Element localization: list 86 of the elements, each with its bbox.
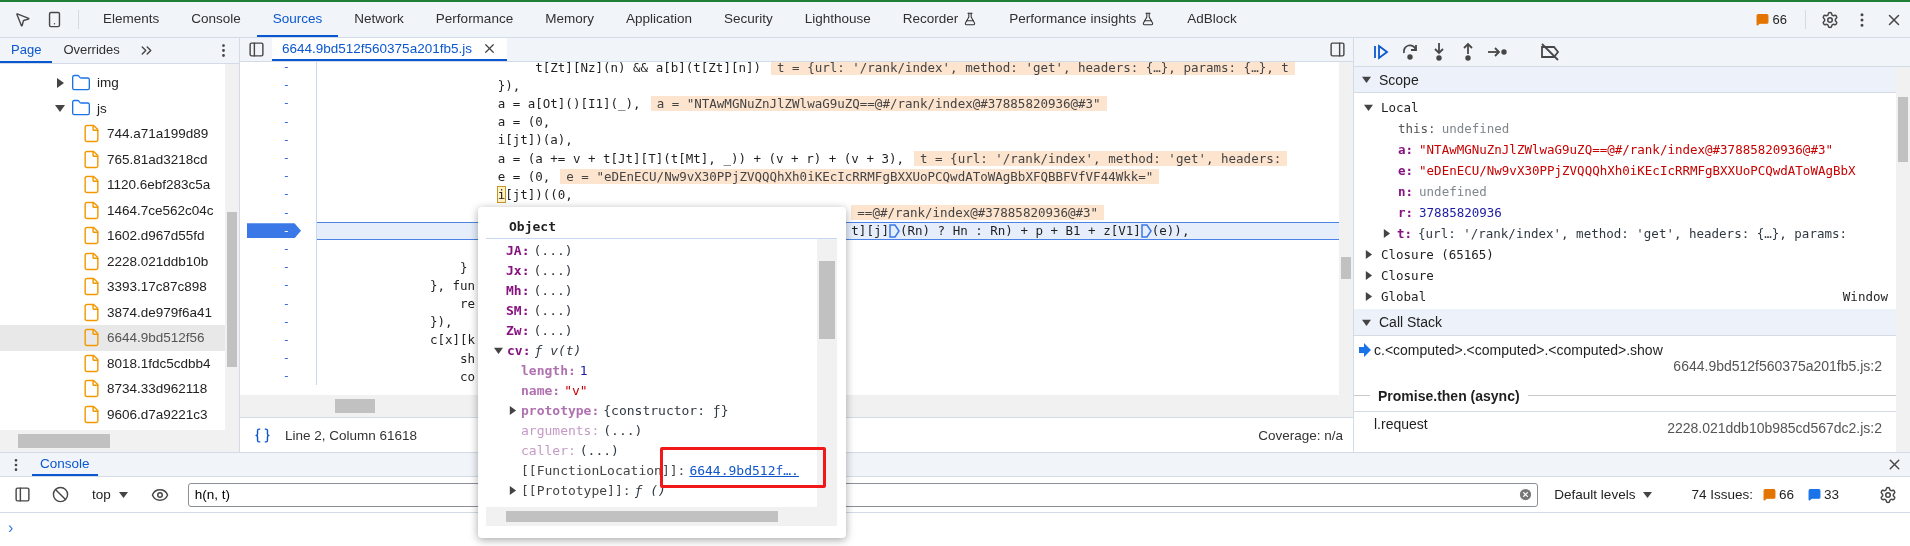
line-number: - (281, 186, 291, 202)
line-number: - (281, 132, 291, 148)
line-number: - (281, 296, 291, 312)
code-text: e = (0, (497, 168, 551, 184)
property-key: JA: (506, 242, 530, 258)
variable-value: undefined (1419, 184, 1487, 199)
line-number: - (281, 350, 291, 366)
line-number: - (281, 62, 291, 75)
line-number: - (281, 277, 291, 293)
property-key: name: (521, 382, 561, 398)
property-key: Zw: (506, 322, 530, 338)
property-value: {constructor: ƒ} (603, 402, 729, 418)
variable-value: {url: '/rank/index', method: 'get', headers: {…}, params: (1418, 226, 1848, 241)
line-number: - (281, 314, 291, 330)
property-value: (...) (603, 422, 643, 438)
code-text: c[x][k (429, 332, 476, 348)
code-text: t][j] (851, 223, 889, 239)
code-text: i[jt])(a), (497, 132, 573, 148)
variable-name: a: (1398, 142, 1414, 157)
inline-value: ==@#/rank/index@#37885820936@#3" (851, 205, 1105, 221)
variable-value: "eDEnECU/Nw9vX30PPjZVQQQhXh0iKEcIcRRMFgBXXUoPCQwdAToWAgBbX (1419, 163, 1856, 178)
property-key: prototype: (521, 402, 600, 418)
inline-value: e = "eDEnECU/Nw9vX30PPjZVQQQhXh0iKEcIcRRMFgBXXUoPCQwdAToWAgBbXFQBBFVfVF44Wkk=" (560, 168, 1160, 184)
code-text: t[Zt][Nz](n) && a[b](t[Zt][n]) (535, 62, 762, 75)
variable-name: e: (1398, 163, 1414, 178)
popover-title: Object (509, 219, 556, 234)
code-text: (Rn) ? Hn : Rn) + p + B1 + z[V1] (899, 223, 1141, 239)
code-text: }), (497, 77, 521, 93)
property-value: 1 (579, 362, 588, 378)
property-value: (...) (533, 282, 573, 298)
code-text: a = (a += v + t[Jt][T](t[Mt], _)) + (v + r) + (v + 3), (497, 150, 904, 166)
variable-name: n: (1398, 184, 1414, 199)
code-text: sh (460, 350, 476, 366)
property-key: caller: (521, 442, 576, 458)
code-text: }, fun (429, 277, 476, 293)
code-text: }), (429, 314, 453, 330)
inline-value: t = {url: '/rank/index', method: 'get', headers: {…}, params: {…}, t (771, 62, 1295, 75)
code-text: } (460, 259, 468, 275)
property-key: [[Prototype]]: (521, 482, 631, 498)
variable-name: t: (1397, 226, 1413, 241)
code-text: co (460, 368, 476, 384)
variable-name: this: (1398, 121, 1436, 136)
variable-name: r: (1398, 205, 1414, 220)
inline-value: a = "NTAwMGNuZnJlZWlwaG9uZQ==@#/rank/index@#37885820936@#3" (650, 95, 1107, 111)
cursor-position: Line 2, Column 61618 (285, 427, 418, 443)
async-separator: Promise.then (async) (1378, 387, 1520, 404)
property-value: (...) (533, 302, 573, 318)
function-name: c.<computed>.<computed>.<computed>.show (1374, 342, 1664, 358)
property-value: (...) (533, 262, 573, 278)
variable-value: "NTAwMGNuZnJlZWlwaG9uZQ==@#/rank/index@#37885820936@#3" (1419, 142, 1833, 157)
variable-value: 37885820936 (1419, 205, 1502, 220)
property-key: SM: (506, 302, 530, 318)
function-name: l.request (1374, 416, 1428, 432)
property-key: cv: (507, 342, 531, 358)
line-number: - (281, 168, 291, 184)
line-number: - (281, 259, 291, 275)
line-number: - (281, 368, 291, 384)
line-number: - (247, 223, 301, 239)
property-value: (...) (579, 442, 619, 458)
line-number: - (281, 332, 291, 348)
code-text: a = a[Ot]()[I1](_), (497, 95, 641, 111)
inline-value: t = {url: '/rank/index', method: 'get', headers: (914, 150, 1288, 166)
line-number: - (281, 95, 291, 111)
frame-location: 2228.021ddb10b985cd567dc2.js:2 (1667, 420, 1882, 436)
line-number: - (281, 205, 291, 221)
coverage-status: Coverage: n/a (1258, 427, 1343, 443)
line-number: - (281, 241, 291, 257)
line-number: - (281, 77, 291, 93)
line-number: - (281, 150, 291, 166)
line-number: - (281, 114, 291, 130)
property-value: (...) (533, 322, 573, 338)
code-text: re (460, 296, 476, 312)
property-key: Mh: (506, 282, 530, 298)
hovered-token: i (497, 186, 506, 202)
frame-location: 6644.9bd512f560375a201fb5.js:2 (1673, 358, 1882, 374)
property-key: Jx: (506, 262, 530, 278)
variable-value: undefined (1441, 121, 1510, 136)
property-key: arguments: (521, 422, 600, 438)
code-text: (e)), (1151, 223, 1190, 239)
scope-value: Window (1842, 289, 1888, 304)
issues-label: 74 Issues: (1691, 487, 1753, 502)
code-text: a = (0, (497, 114, 551, 130)
property-value: (...) (533, 242, 573, 258)
property-value: ƒ v(t) (534, 342, 582, 358)
property-value: "v" (564, 382, 588, 398)
property-key: length: (521, 362, 576, 378)
